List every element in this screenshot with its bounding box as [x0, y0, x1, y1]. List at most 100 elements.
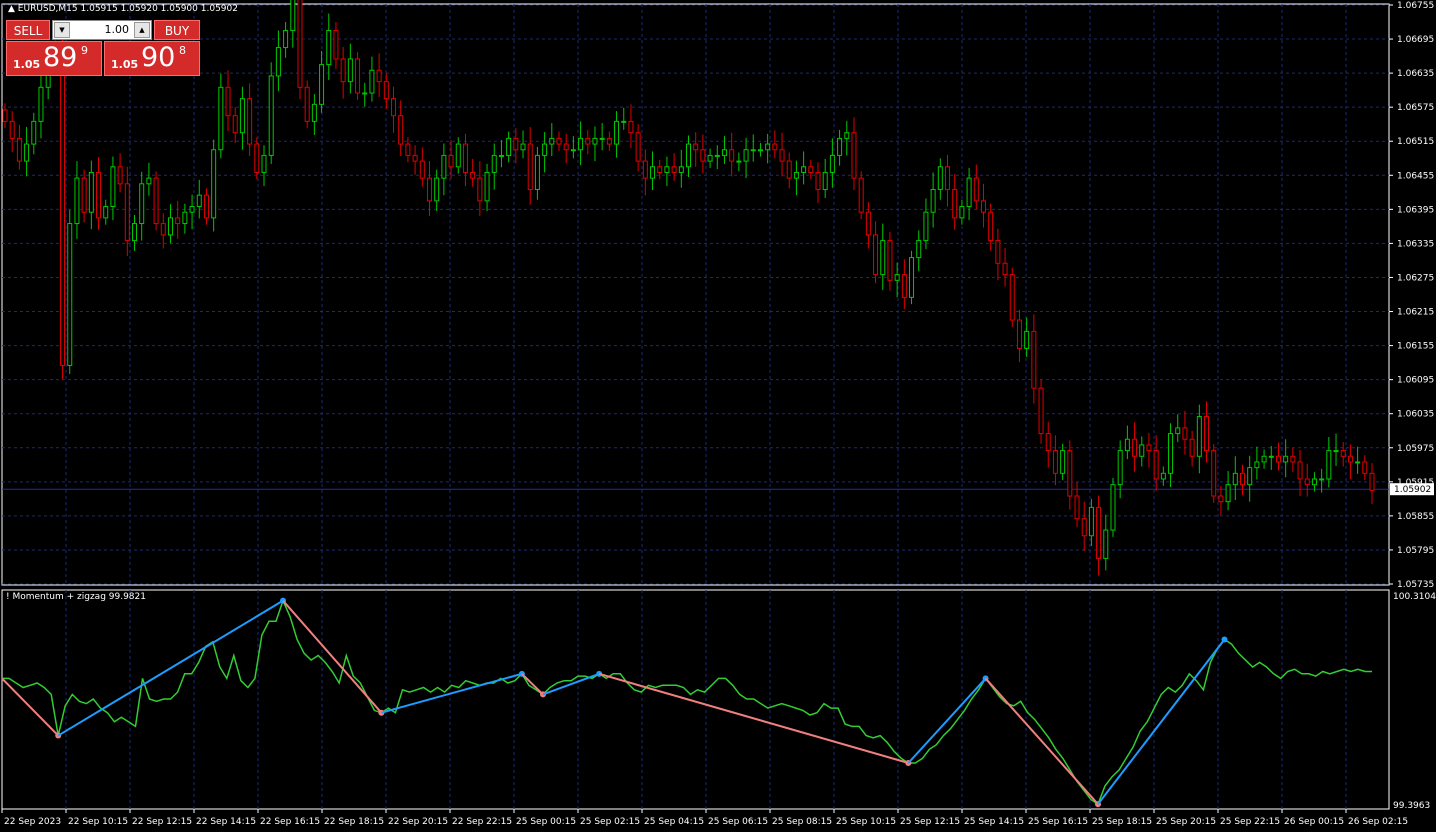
candle-body	[1002, 262, 1008, 276]
time-axis-label: 25 Sep 04:15	[644, 817, 704, 827]
candle-body	[1096, 506, 1102, 559]
candle-body	[973, 177, 979, 202]
candle-body	[326, 30, 332, 66]
buy-price-fraction: 8	[179, 44, 186, 57]
candle-body	[275, 47, 281, 77]
candle-body	[283, 30, 289, 49]
indicator-axis-label: 99.3963	[1393, 801, 1430, 811]
candle-body	[988, 211, 994, 242]
candle-body	[549, 137, 555, 145]
candle-body	[1132, 438, 1138, 457]
candle-body	[1211, 450, 1217, 497]
one-click-trading-panel: SELL ▼ 1.00 ▲ BUY 1.05 89 9 1.05 90 8	[6, 20, 200, 76]
price-axis-label: 1.06275	[1397, 273, 1434, 283]
candle-body	[635, 132, 641, 162]
collapse-arrow-icon[interactable]: ▲	[8, 4, 15, 14]
buy-button[interactable]: BUY	[154, 20, 200, 40]
candle-body	[477, 177, 483, 202]
sell-price-box[interactable]: 1.05 89 9	[6, 41, 102, 76]
candle-body	[1168, 433, 1174, 474]
time-axis-label: 25 Sep 14:15	[964, 817, 1024, 827]
candle-body	[60, 47, 66, 366]
candle-body	[916, 240, 922, 259]
candle-body	[837, 137, 843, 156]
candle-body	[211, 149, 217, 219]
candle-body	[347, 58, 353, 83]
candle-body	[801, 166, 807, 173]
candle-body	[139, 183, 145, 225]
time-axis-label: 22 Sep 22:15	[452, 817, 512, 827]
candle-body	[1283, 455, 1289, 463]
time-axis-label: 22 Sep 14:15	[196, 817, 256, 827]
candle-body	[1311, 478, 1317, 486]
candle-body	[218, 86, 224, 151]
candle-body	[1074, 495, 1080, 520]
candle-body	[894, 274, 900, 281]
candle-body	[1103, 529, 1109, 559]
price-panel-frame	[1, 3, 1390, 586]
candle-body	[671, 166, 677, 173]
candle-body	[340, 58, 346, 83]
candle-body	[182, 211, 188, 225]
candle-body	[966, 177, 972, 208]
candle-body	[376, 69, 382, 83]
candle-body	[822, 171, 828, 190]
chart-canvas[interactable]: 1.06755 1.06695 1.06635 1.06575 1.06515 1.064…	[0, 0, 1436, 832]
candle-body	[980, 200, 986, 213]
price-axis-label: 1.05795	[1397, 546, 1434, 556]
candle-body	[642, 160, 648, 179]
candle-body	[952, 188, 958, 219]
candle-body	[1146, 444, 1152, 452]
candle-body	[405, 143, 411, 156]
candle-body	[534, 154, 540, 190]
candle-body	[757, 149, 763, 152]
candle-body	[110, 166, 116, 208]
sell-price-pips: 89	[43, 42, 78, 73]
candle-body	[959, 206, 965, 219]
candle-body	[1225, 484, 1231, 503]
candle-body	[31, 120, 37, 145]
price-axis-label: 1.06515	[1397, 137, 1434, 147]
candle-body	[1153, 450, 1159, 480]
indicator-panel-frame	[1, 589, 1390, 810]
candle-body	[261, 154, 267, 173]
candle-body	[1088, 506, 1094, 537]
time-axis-label: 25 Sep 10:15	[836, 817, 896, 827]
time-axis-label: 25 Sep 00:15	[516, 817, 576, 827]
time-axis-label: 22 Sep 18:15	[324, 817, 384, 827]
candle-body	[1239, 472, 1245, 486]
candle-body	[1275, 455, 1281, 463]
candle-body	[829, 154, 835, 173]
lot-decrease-icon[interactable]: ▼	[54, 22, 70, 38]
candle-body	[362, 92, 368, 95]
lot-size-field[interactable]: ▼ 1.00 ▲	[52, 20, 152, 40]
candle-body	[304, 86, 310, 122]
candle-body	[175, 217, 181, 225]
zigzag-segment	[598, 672, 909, 764]
lot-increase-icon[interactable]: ▲	[134, 22, 150, 38]
candle-body	[1362, 461, 1368, 474]
candle-body	[1290, 455, 1296, 463]
time-axis-label: 25 Sep 16:15	[1028, 817, 1088, 827]
candle-body	[1268, 455, 1274, 458]
price-axis-label: 1.06095	[1397, 376, 1434, 386]
time-axis-label: 25 Sep 20:15	[1156, 817, 1216, 827]
candle-body	[664, 166, 670, 173]
time-axis-label: 26 Sep 02:15	[1348, 817, 1408, 827]
candle-body	[203, 194, 209, 219]
candle-body	[1052, 450, 1058, 474]
lot-size-value[interactable]: 1.00	[105, 23, 130, 36]
candle-body	[369, 69, 375, 94]
price-axis-label: 1.06635	[1397, 69, 1434, 79]
candle-body	[887, 240, 893, 281]
buy-price-box[interactable]: 1.05 90 8	[104, 41, 200, 76]
candle-body	[851, 132, 857, 179]
time-axis-label: 22 Sep 16:15	[260, 817, 320, 827]
time-axis-label: 22 Sep 12:15	[132, 817, 192, 827]
candle-body	[239, 98, 245, 134]
indicator-title: ! Momentum + zigzag 99.9821	[6, 592, 146, 602]
candle-body	[1254, 461, 1260, 469]
candle-body	[398, 115, 404, 145]
candle-body	[1319, 478, 1325, 481]
sell-button[interactable]: SELL	[6, 20, 50, 40]
